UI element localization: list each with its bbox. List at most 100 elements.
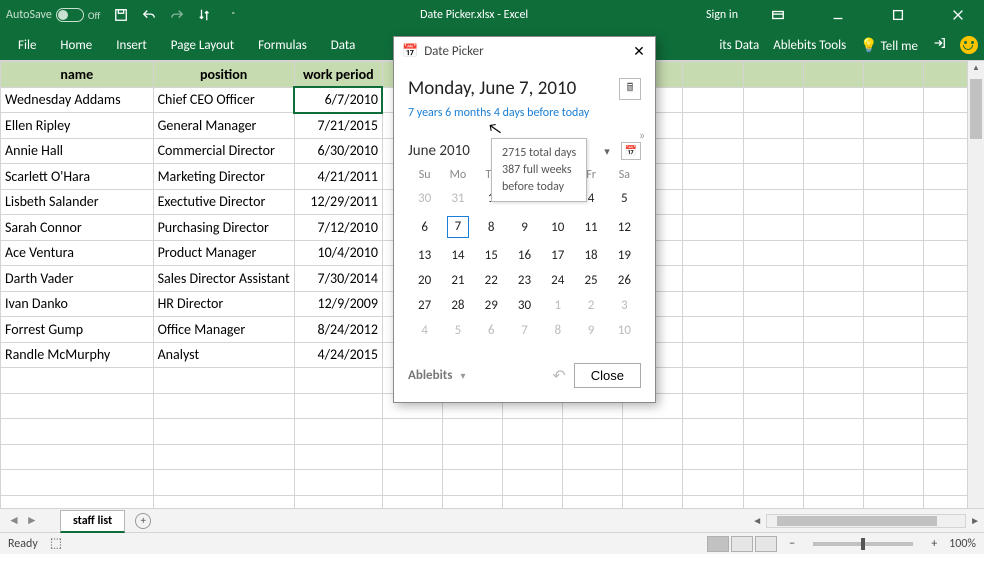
maximize-icon[interactable] <box>878 0 918 30</box>
view-page-break-icon[interactable] <box>755 536 777 552</box>
close-icon[interactable] <box>938 0 978 30</box>
cell-position[interactable]: Product Manager <box>153 240 294 266</box>
calendar-day[interactable]: 30 <box>508 293 541 318</box>
table-row[interactable] <box>1 419 984 445</box>
calendar-day[interactable]: 11 <box>574 211 607 243</box>
tab-file[interactable]: File <box>6 32 48 59</box>
cell-work-period[interactable]: 8/24/2012 <box>294 317 382 343</box>
calendar-day[interactable]: 9 <box>508 211 541 243</box>
tab-home[interactable]: Home <box>48 32 104 59</box>
calendar-day[interactable]: 3 <box>608 293 641 318</box>
autosave-toggle[interactable]: AutoSave Off <box>6 8 100 22</box>
calendar-day[interactable]: 4 <box>408 318 441 343</box>
cell-name[interactable]: Darth Vader <box>1 266 154 292</box>
cell-position[interactable]: General Manager <box>153 113 294 139</box>
calendar-day[interactable]: 8 <box>541 318 574 343</box>
calendar-day[interactable]: 20 <box>408 268 441 293</box>
cell-name[interactable]: Wednesday Addams <box>1 87 154 113</box>
cell-work-period[interactable]: 4/24/2015 <box>294 342 382 368</box>
tab-ablebits-data[interactable]: its Data <box>719 38 759 53</box>
calendar-day[interactable]: 7 <box>441 211 474 243</box>
calendar-day[interactable]: 13 <box>408 243 441 268</box>
cell-name[interactable]: Ivan Danko <box>1 291 154 317</box>
minimize-icon[interactable] <box>818 0 858 30</box>
vertical-scrollbar[interactable] <box>967 61 984 508</box>
macro-record-icon[interactable]: ⬚ <box>50 536 62 551</box>
horizontal-scrollbar[interactable] <box>766 514 966 528</box>
redo-icon[interactable] <box>168 6 186 24</box>
sort-icon[interactable] <box>196 6 214 24</box>
feedback-smiley-icon[interactable] <box>960 36 978 54</box>
calendar-day[interactable]: 22 <box>475 268 508 293</box>
ribbon-display-icon[interactable] <box>758 0 798 30</box>
hscroll-left-icon[interactable]: ◄ <box>752 514 762 527</box>
cell-work-period[interactable]: 12/29/2011 <box>294 189 382 215</box>
undo-icon[interactable]: ↶ <box>552 366 565 386</box>
hscroll-right-icon[interactable]: ► <box>970 514 980 527</box>
signin-link[interactable]: Sign in <box>706 8 738 22</box>
header-work-period[interactable]: work period <box>294 62 382 88</box>
cell-work-period[interactable]: 7/21/2015 <box>294 113 382 139</box>
header-position[interactable]: position <box>153 62 294 88</box>
cell-position[interactable]: Marketing Director <box>153 164 294 190</box>
zoom-slider[interactable] <box>813 542 913 546</box>
month-dropdown-icon[interactable]: ▾ <box>597 145 617 158</box>
cell-work-period[interactable]: 6/30/2010 <box>294 138 382 164</box>
cell-position[interactable]: Analyst <box>153 342 294 368</box>
tell-me[interactable]: 💡 Tell me <box>860 37 918 54</box>
calendar-day[interactable]: 7 <box>508 318 541 343</box>
cell-work-period[interactable]: 4/21/2011 <box>294 164 382 190</box>
tab-page-layout[interactable]: Page Layout <box>159 32 246 59</box>
cell-name[interactable]: Lisbeth Salander <box>1 189 154 215</box>
undo-icon[interactable] <box>140 6 158 24</box>
calendar-day[interactable]: 10 <box>608 318 641 343</box>
cell-work-period[interactable]: 6/7/2010 <box>294 87 382 113</box>
calendar-day[interactable]: 31 <box>441 186 474 211</box>
tab-data[interactable]: Data <box>319 32 368 59</box>
cell-position[interactable]: Sales Director Assistant <box>153 266 294 292</box>
cell-position[interactable]: Office Manager <box>153 317 294 343</box>
sheet-next-icon[interactable]: ► <box>26 513 38 528</box>
view-page-layout-icon[interactable] <box>731 536 753 552</box>
table-row[interactable] <box>1 495 984 508</box>
zoom-level[interactable]: 100% <box>949 537 976 551</box>
zoom-out-icon[interactable]: − <box>789 537 795 551</box>
cell-name[interactable]: Randle McMurphy <box>1 342 154 368</box>
cell-work-period[interactable]: 7/12/2010 <box>294 215 382 241</box>
save-icon[interactable] <box>112 6 130 24</box>
calendar-day[interactable]: 6 <box>475 318 508 343</box>
brand-dropdown-icon[interactable]: ▾ <box>460 369 465 382</box>
tab-ablebits-tools[interactable]: Ablebits Tools <box>773 38 846 53</box>
header-name[interactable]: name <box>1 62 154 88</box>
cell-name[interactable]: Ace Ventura <box>1 240 154 266</box>
sheet-nav[interactable]: ◄► <box>0 513 60 528</box>
qat-dropdown-icon[interactable]: ⁼ <box>224 6 242 24</box>
dialog-close-icon[interactable]: ✕ <box>631 43 647 59</box>
share-icon[interactable] <box>932 36 946 54</box>
cell-position[interactable]: Commercial Director <box>153 138 294 164</box>
cell-position[interactable]: Exectutive Director <box>153 189 294 215</box>
calendar-day[interactable]: 8 <box>475 211 508 243</box>
calendar-day[interactable]: 27 <box>408 293 441 318</box>
table-row[interactable] <box>1 470 984 496</box>
calendar-day[interactable]: 28 <box>441 293 474 318</box>
cell-work-period[interactable]: 7/30/2014 <box>294 266 382 292</box>
calendar-day[interactable]: 5 <box>608 186 641 211</box>
sheet-prev-icon[interactable]: ◄ <box>8 513 20 528</box>
view-normal-icon[interactable] <box>707 536 729 552</box>
cell-position[interactable]: HR Director <box>153 291 294 317</box>
calendar-day[interactable]: 21 <box>441 268 474 293</box>
expand-icon[interactable]: » <box>639 129 645 143</box>
sheet-tab-staff-list[interactable]: staff list <box>60 510 125 533</box>
calendar-day[interactable]: 16 <box>508 243 541 268</box>
add-sheet-button[interactable]: + <box>135 513 151 529</box>
calendar-day[interactable]: 10 <box>541 211 574 243</box>
cell-name[interactable]: Annie Hall <box>1 138 154 164</box>
cell-name[interactable]: Scarlett O'Hara <box>1 164 154 190</box>
calendar-day[interactable]: 6 <box>408 211 441 243</box>
calendar-day[interactable]: 2 <box>574 293 607 318</box>
calendar-day[interactable]: 25 <box>574 268 607 293</box>
calendar-day[interactable]: 24 <box>541 268 574 293</box>
calendar-day[interactable]: 9 <box>574 318 607 343</box>
calendar-day[interactable]: 15 <box>475 243 508 268</box>
